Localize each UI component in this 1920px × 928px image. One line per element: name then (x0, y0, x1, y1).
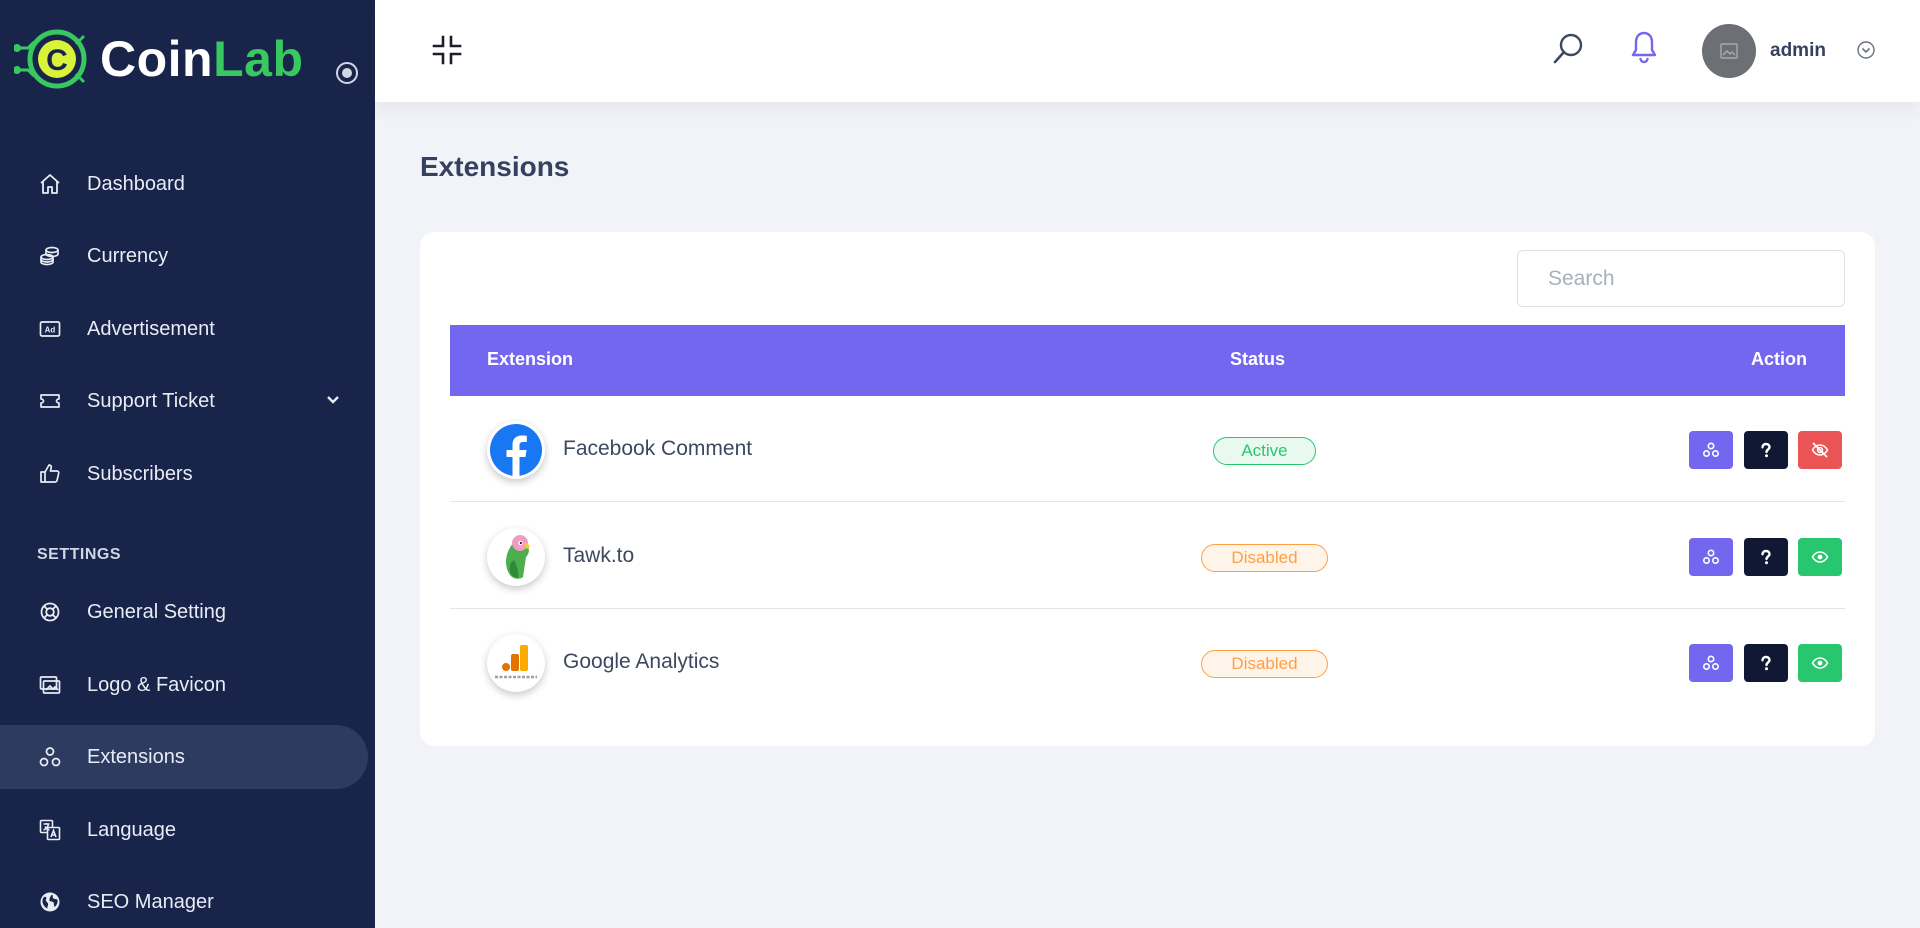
sidebar-item-label: Extensions (87, 745, 185, 768)
tawkto-parrot-logo (487, 528, 545, 586)
chevron-down-icon (327, 396, 339, 404)
extension-name: Google Analytics (563, 650, 720, 673)
svg-text:Ad: Ad (45, 326, 56, 335)
sidebar-item-logo-favicon[interactable]: Logo & Favicon (0, 653, 368, 717)
brand-name-lab: Lab (213, 31, 304, 87)
sidebar-item-label: Advertisement (87, 317, 215, 340)
table-row: Google Analytics Disabled (450, 609, 1845, 715)
sidebar-item-label: Logo & Favicon (87, 673, 226, 696)
help-button[interactable] (1744, 431, 1788, 469)
sidebar-item-label: General Setting (87, 600, 226, 623)
brand-logo[interactable]: C CoinLab (14, 26, 304, 92)
status-badge: Active (1213, 437, 1316, 465)
sidebar-toggle-button[interactable] (336, 62, 358, 84)
help-button[interactable] (1744, 538, 1788, 576)
status-badge: Disabled (1201, 544, 1328, 572)
bell-icon[interactable] (1629, 30, 1659, 66)
extension-name: Tawk.to (563, 544, 635, 567)
sidebar-item-language[interactable]: Language (0, 798, 368, 862)
extensions-icon (37, 744, 63, 770)
enable-button[interactable] (1798, 644, 1842, 682)
eye-slash-icon (1811, 442, 1829, 458)
column-header-status: Status (1230, 349, 1286, 369)
eye-icon (1811, 657, 1829, 669)
svg-text:C: C (46, 44, 68, 77)
google-analytics-logo (487, 634, 545, 692)
sidebar-item-label: Currency (87, 244, 169, 267)
ad-icon: Ad (37, 316, 63, 342)
home-icon (37, 171, 63, 197)
image-placeholder-icon (1720, 43, 1738, 59)
sidebar-item-currency[interactable]: Currency (0, 224, 368, 288)
coins-icon (37, 243, 63, 269)
brand-name-coin: Coin (100, 31, 214, 87)
configure-button[interactable] (1689, 644, 1733, 682)
help-button[interactable] (1744, 644, 1788, 682)
sidebar-item-support-ticket[interactable]: Support Ticket (0, 369, 368, 433)
sidebar-item-label: Language (87, 818, 176, 841)
globe-icon (37, 889, 63, 915)
enable-button[interactable] (1798, 538, 1842, 576)
images-icon (37, 672, 63, 698)
table-header: Extension Status Action (450, 325, 1845, 396)
cogs-icon (1702, 655, 1720, 671)
user-name[interactable]: admin (1770, 40, 1826, 62)
column-header-action: Action (1751, 349, 1807, 369)
cogs-icon (1702, 549, 1720, 565)
sidebar-item-general-setting[interactable]: General Setting (0, 580, 368, 644)
sidebar-item-label: Dashboard (87, 172, 185, 195)
page-title: Extensions (420, 151, 570, 182)
extension-name: Facebook Comment (563, 437, 753, 460)
language-icon (37, 817, 63, 843)
table-row: Facebook Comment Active (450, 396, 1845, 502)
table-row: Tawk.to Disabled (450, 503, 1845, 609)
column-header-extension: Extension (487, 349, 574, 369)
eye-icon (1811, 551, 1829, 563)
question-icon (1761, 655, 1771, 671)
status-badge: Disabled (1201, 650, 1328, 678)
configure-button[interactable] (1689, 538, 1733, 576)
settings-section-title: SETTINGS (37, 546, 122, 563)
sidebar-item-label: Subscribers (87, 462, 193, 485)
sidebar-item-extensions[interactable]: Extensions (0, 725, 368, 789)
collapse-icon[interactable] (431, 34, 463, 66)
sidebar-item-dashboard[interactable]: Dashboard (0, 152, 368, 216)
search-icon[interactable] (1552, 32, 1584, 66)
sidebar-item-label: Support Ticket (87, 389, 215, 412)
sidebar-item-advertisement[interactable]: Ad Advertisement (0, 297, 368, 361)
toggle-dot-icon (342, 68, 352, 78)
coinlab-logo-icon: C (14, 29, 87, 89)
sidebar-item-subscribers[interactable]: Subscribers (0, 442, 368, 506)
avatar[interactable] (1702, 24, 1756, 78)
disable-button[interactable] (1798, 431, 1842, 469)
extensions-card: Extension Status Action Facebook Comment… (420, 232, 1875, 746)
question-icon (1761, 549, 1771, 565)
ticket-icon (37, 388, 63, 414)
configure-button[interactable] (1689, 431, 1733, 469)
life-ring-icon (37, 599, 63, 625)
sidebar-item-seo-manager[interactable]: SEO Manager (0, 870, 368, 928)
facebook-logo (487, 421, 545, 479)
cogs-icon (1702, 442, 1720, 458)
thumbs-up-icon (37, 461, 63, 487)
sidebar: C CoinLab Dashboard Currency Ad Advertis… (0, 0, 375, 928)
sidebar-item-label: SEO Manager (87, 890, 214, 913)
search-input[interactable] (1517, 250, 1845, 307)
question-icon (1761, 442, 1771, 458)
topbar: admin (375, 0, 1920, 102)
chevron-down-circle-icon[interactable] (1856, 40, 1876, 60)
